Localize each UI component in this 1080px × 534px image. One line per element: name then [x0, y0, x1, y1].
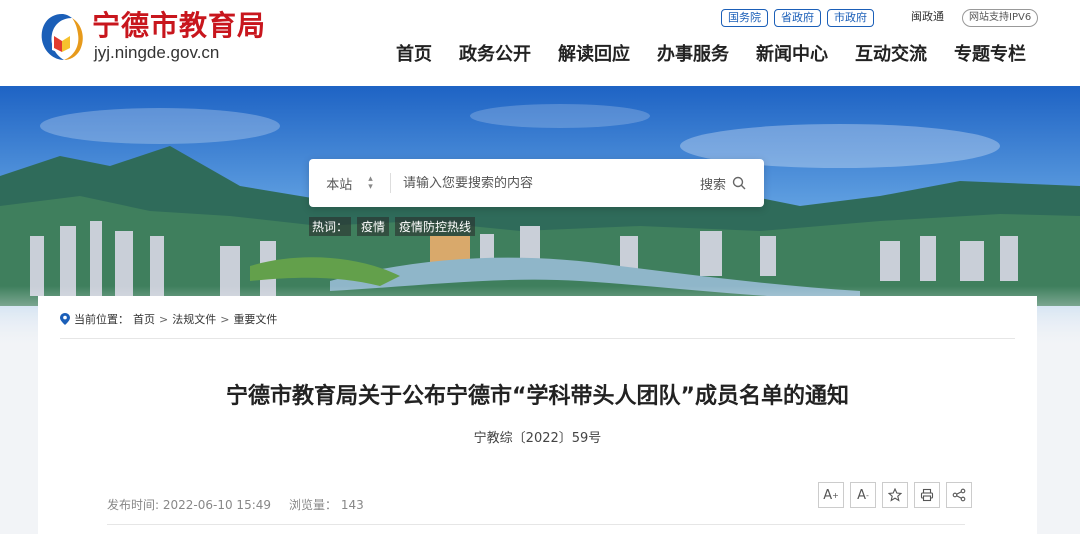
nav-gov-affairs[interactable]: 政务公开 — [459, 42, 531, 68]
logo-icon[interactable] — [38, 12, 86, 62]
toplink-province[interactable]: 省政府 — [774, 9, 821, 27]
breadcrumb-regulations[interactable]: 法规文件 — [172, 311, 216, 327]
nav-topics[interactable]: 专题专栏 — [954, 42, 1026, 68]
hot-words: 热词： 疫情 疫情防控热线 — [309, 217, 476, 236]
search-button[interactable]: 搜索 — [700, 174, 746, 193]
print-button[interactable] — [914, 482, 940, 508]
divider — [60, 338, 1015, 339]
nav-interpretation[interactable]: 解读回应 — [558, 42, 630, 68]
top-links: 国务院 省政府 市政府 — [721, 9, 874, 27]
breadcrumb: 当前位置： 首页 > 法规文件 > 重要文件 — [60, 311, 277, 327]
toplink-city[interactable]: 市政府 — [827, 9, 874, 27]
breadcrumb-separator: > — [220, 312, 230, 326]
publish-time-label: 发布时间: — [107, 498, 160, 512]
font-increase-button[interactable]: A + — [818, 482, 844, 508]
updown-arrow-icon: ▴ ▾ — [368, 174, 373, 192]
site-domain: jyj.ningde.gov.cn — [94, 43, 220, 62]
search-input[interactable] — [391, 175, 700, 191]
nav-services[interactable]: 办事服务 — [657, 42, 729, 68]
site-title[interactable]: 宁德市教育局 — [92, 4, 266, 44]
minzhengtong-link[interactable]: 闽政通 — [911, 9, 944, 25]
search-icon — [732, 176, 746, 190]
location-pin-icon — [60, 313, 70, 325]
nav-news[interactable]: 新闻中心 — [756, 42, 828, 68]
search-button-label: 搜索 — [699, 177, 726, 193]
site-header: 宁德市教育局 jyj.ningde.gov.cn 国务院 省政府 市政府 闽政通… — [0, 0, 1080, 86]
nav-home[interactable]: 首页 — [396, 42, 432, 68]
divider — [107, 524, 965, 525]
font-decrease-button[interactable]: A- — [850, 482, 876, 508]
main-nav: 首页 政务公开 解读回应 办事服务 新闻中心 互动交流 专题专栏 — [396, 42, 1026, 68]
breadcrumb-label: 当前位置： — [74, 313, 129, 326]
search-scope-label: 本站 — [326, 177, 353, 193]
publish-time: 发布时间: 2022-06-10 15:49 — [107, 496, 271, 513]
breadcrumb-separator: > — [159, 312, 169, 326]
document-number: 宁教综〔2022〕59号 — [473, 431, 602, 446]
share-icon — [952, 488, 966, 502]
search-scope-select[interactable]: 本站 ▴ ▾ — [309, 173, 391, 193]
hot-word-hotline[interactable]: 疫情防控热线 — [395, 217, 476, 236]
print-icon — [920, 488, 934, 502]
ipv6-badge: 网站支持IPV6 — [962, 9, 1039, 27]
hot-word-epidemic[interactable]: 疫情 — [357, 217, 390, 236]
toplink-state-council[interactable]: 国务院 — [721, 9, 768, 27]
search-box: 本站 ▴▾ 搜索 — [309, 159, 764, 207]
article-tools: A + A- — [818, 482, 972, 508]
nav-interaction[interactable]: 互动交流 — [855, 42, 927, 68]
article-title: 宁德市教育局关于公布宁德市“学科带头人团队”成员名单的通知 — [226, 384, 849, 409]
publish-time-value: 2022-06-10 15:49 — [162, 498, 272, 512]
article-meta: 发布时间: 2022-06-10 15:49 浏览量： 143 — [107, 496, 364, 513]
view-count: 浏览量： 143 — [289, 496, 364, 513]
breadcrumb-home[interactable]: 首页 — [133, 311, 155, 327]
view-count-label: 浏览量： — [289, 498, 338, 512]
breadcrumb-important-docs[interactable]: 重要文件 — [233, 311, 277, 327]
star-icon — [888, 488, 902, 502]
view-count-value: 143 — [340, 498, 364, 512]
favorite-button[interactable] — [882, 482, 908, 508]
article-card: 当前位置： 首页 > 法规文件 > 重要文件 宁德市教育局关于公布宁德市“学科带… — [38, 296, 1037, 534]
share-button[interactable] — [946, 482, 972, 508]
hot-words-label: 热词： — [309, 217, 352, 236]
